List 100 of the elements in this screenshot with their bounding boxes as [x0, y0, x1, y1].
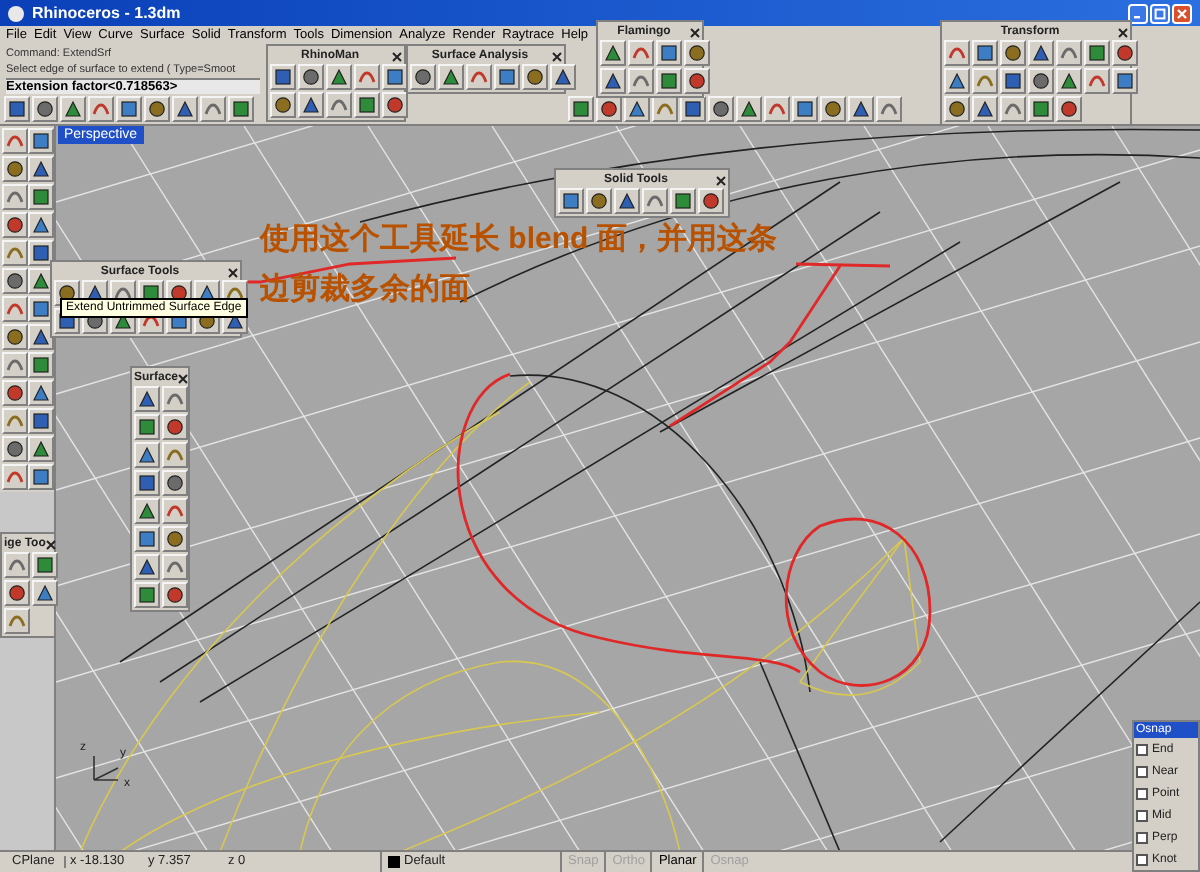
tool-button[interactable] [28, 464, 54, 490]
tool-button[interactable] [680, 96, 706, 122]
tool-button[interactable] [698, 188, 724, 214]
close-button[interactable] [226, 266, 238, 278]
tool-button[interactable] [162, 526, 188, 552]
tool-button[interactable] [586, 188, 612, 214]
tool-button[interactable] [1084, 40, 1110, 66]
tool-button[interactable] [134, 582, 160, 608]
tool-button[interactable] [2, 324, 28, 350]
tool-button[interactable] [972, 96, 998, 122]
tool-button[interactable] [1028, 68, 1054, 94]
tool-button[interactable] [1112, 40, 1138, 66]
tool-button[interactable] [134, 554, 160, 580]
tool-button[interactable] [1056, 68, 1082, 94]
tool-button[interactable] [600, 68, 626, 94]
tool-button[interactable] [438, 64, 464, 90]
tool-button[interactable] [1000, 40, 1026, 66]
tool-button[interactable] [298, 92, 324, 118]
tool-button[interactable] [354, 92, 380, 118]
tool-button[interactable] [28, 352, 54, 378]
tool-button[interactable] [28, 212, 54, 238]
tool-button[interactable] [28, 324, 54, 350]
checkbox[interactable] [1136, 765, 1148, 777]
tool-button[interactable] [656, 40, 682, 66]
tool-button[interactable] [684, 40, 710, 66]
tool-button[interactable] [1056, 96, 1082, 122]
checkbox[interactable] [1136, 809, 1148, 821]
tool-button[interactable] [28, 184, 54, 210]
tool-button[interactable] [32, 96, 58, 122]
tool-button[interactable] [1028, 96, 1054, 122]
tool-button[interactable] [2, 212, 28, 238]
tool-button[interactable] [28, 408, 54, 434]
tool-button[interactable] [28, 128, 54, 154]
tool-button[interactable] [684, 68, 710, 94]
tool-button[interactable] [1028, 40, 1054, 66]
tool-button[interactable] [944, 96, 970, 122]
checkbox[interactable] [1136, 743, 1148, 755]
tool-button[interactable] [600, 40, 626, 66]
tool-button[interactable] [656, 68, 682, 94]
tool-button[interactable] [32, 580, 58, 606]
tool-button[interactable] [2, 268, 28, 294]
tool-button[interactable] [670, 188, 696, 214]
tool-button[interactable] [494, 64, 520, 90]
tool-button[interactable] [1112, 68, 1138, 94]
checkbox[interactable] [1136, 787, 1148, 799]
tool-button[interactable] [298, 64, 324, 90]
tool-button[interactable] [134, 386, 160, 412]
tool-button[interactable] [972, 40, 998, 66]
tool-button[interactable] [228, 96, 254, 122]
tool-button[interactable] [382, 92, 408, 118]
tool-button[interactable] [708, 96, 734, 122]
tool-button[interactable] [134, 442, 160, 468]
tool-button[interactable] [2, 380, 28, 406]
close-button[interactable] [1116, 26, 1128, 38]
close-button[interactable] [178, 372, 189, 384]
close-button[interactable] [550, 50, 562, 62]
tool-button[interactable] [60, 96, 86, 122]
tool-button[interactable] [848, 96, 874, 122]
tool-button[interactable] [522, 64, 548, 90]
close-button[interactable] [390, 50, 402, 62]
tool-button[interactable] [270, 64, 296, 90]
tool-button[interactable] [558, 188, 584, 214]
close-button[interactable] [714, 174, 726, 186]
tool-button[interactable] [4, 96, 30, 122]
tool-button[interactable] [410, 64, 436, 90]
tool-button[interactable] [2, 436, 28, 462]
tool-button[interactable] [568, 96, 594, 122]
tool-button[interactable] [134, 526, 160, 552]
tool-button[interactable] [28, 436, 54, 462]
close-button[interactable] [688, 26, 700, 38]
tool-button[interactable] [32, 552, 58, 578]
tool-button[interactable] [116, 96, 142, 122]
tool-button[interactable] [820, 96, 846, 122]
minimize-button[interactable] [1128, 3, 1148, 23]
tool-button[interactable] [1000, 68, 1026, 94]
tool-button[interactable] [792, 96, 818, 122]
tool-button[interactable] [624, 96, 650, 122]
tool-button[interactable] [944, 68, 970, 94]
tool-button[interactable] [736, 96, 762, 122]
tool-button[interactable] [270, 92, 296, 118]
tool-button[interactable] [2, 156, 28, 182]
tool-button[interactable] [614, 188, 640, 214]
tool-button[interactable] [134, 470, 160, 496]
tool-button[interactable] [550, 64, 576, 90]
tool-button[interactable] [28, 380, 54, 406]
checkbox[interactable] [1136, 853, 1148, 865]
tool-button[interactable] [382, 64, 408, 90]
tool-button[interactable] [144, 96, 170, 122]
close-button[interactable] [45, 538, 56, 550]
tool-button[interactable] [326, 64, 352, 90]
tool-button[interactable] [162, 470, 188, 496]
tool-button[interactable] [162, 414, 188, 440]
tool-button[interactable] [172, 96, 198, 122]
tool-button[interactable] [134, 414, 160, 440]
checkbox[interactable] [1136, 831, 1148, 843]
maximize-button[interactable] [1150, 3, 1170, 23]
tool-button[interactable] [162, 582, 188, 608]
tool-button[interactable] [4, 580, 30, 606]
tool-button[interactable] [596, 96, 622, 122]
tool-button[interactable] [134, 498, 160, 524]
